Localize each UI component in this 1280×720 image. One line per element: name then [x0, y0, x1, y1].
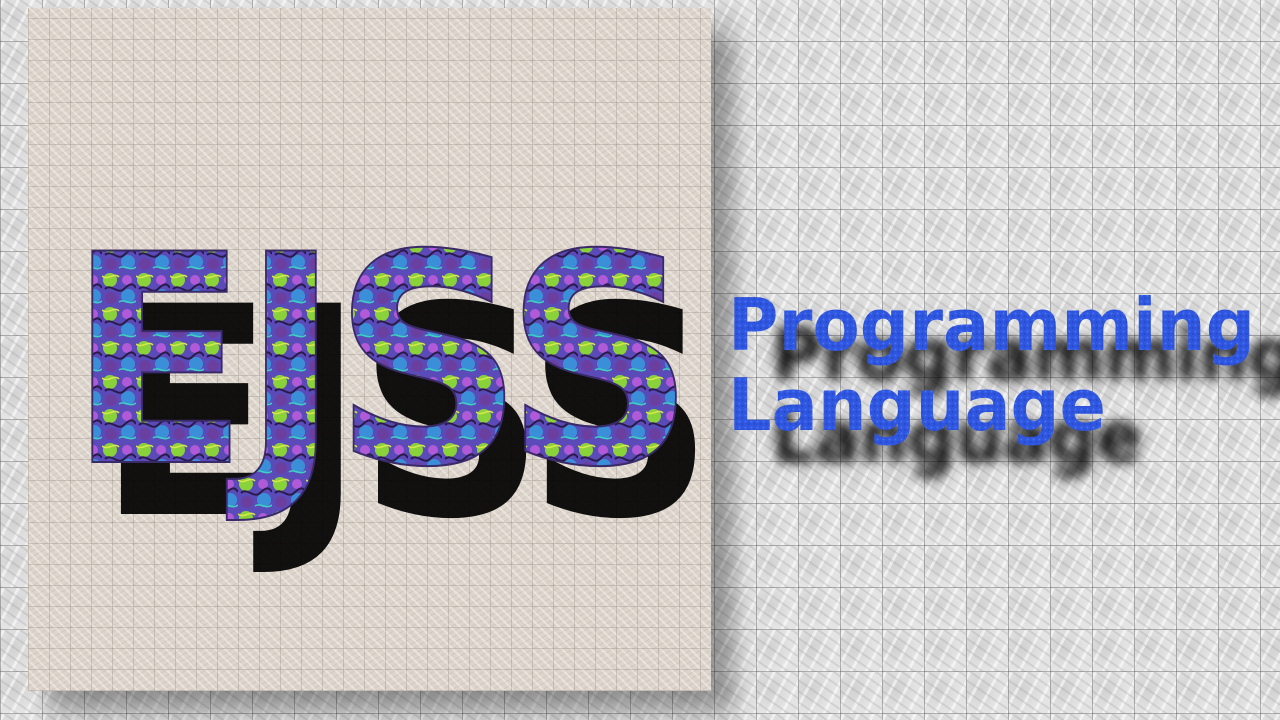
- logo-main-word: EJSS: [68, 194, 688, 531]
- marble-tile-background: EJSS EJSS Programming Language Programmi…: [0, 0, 1280, 720]
- tagline-line2: Language: [728, 363, 1106, 447]
- tagline-line1: Programming: [728, 283, 1255, 367]
- logo-graphic: EJSS EJSS Programming Language Programmi…: [67, 193, 1280, 583]
